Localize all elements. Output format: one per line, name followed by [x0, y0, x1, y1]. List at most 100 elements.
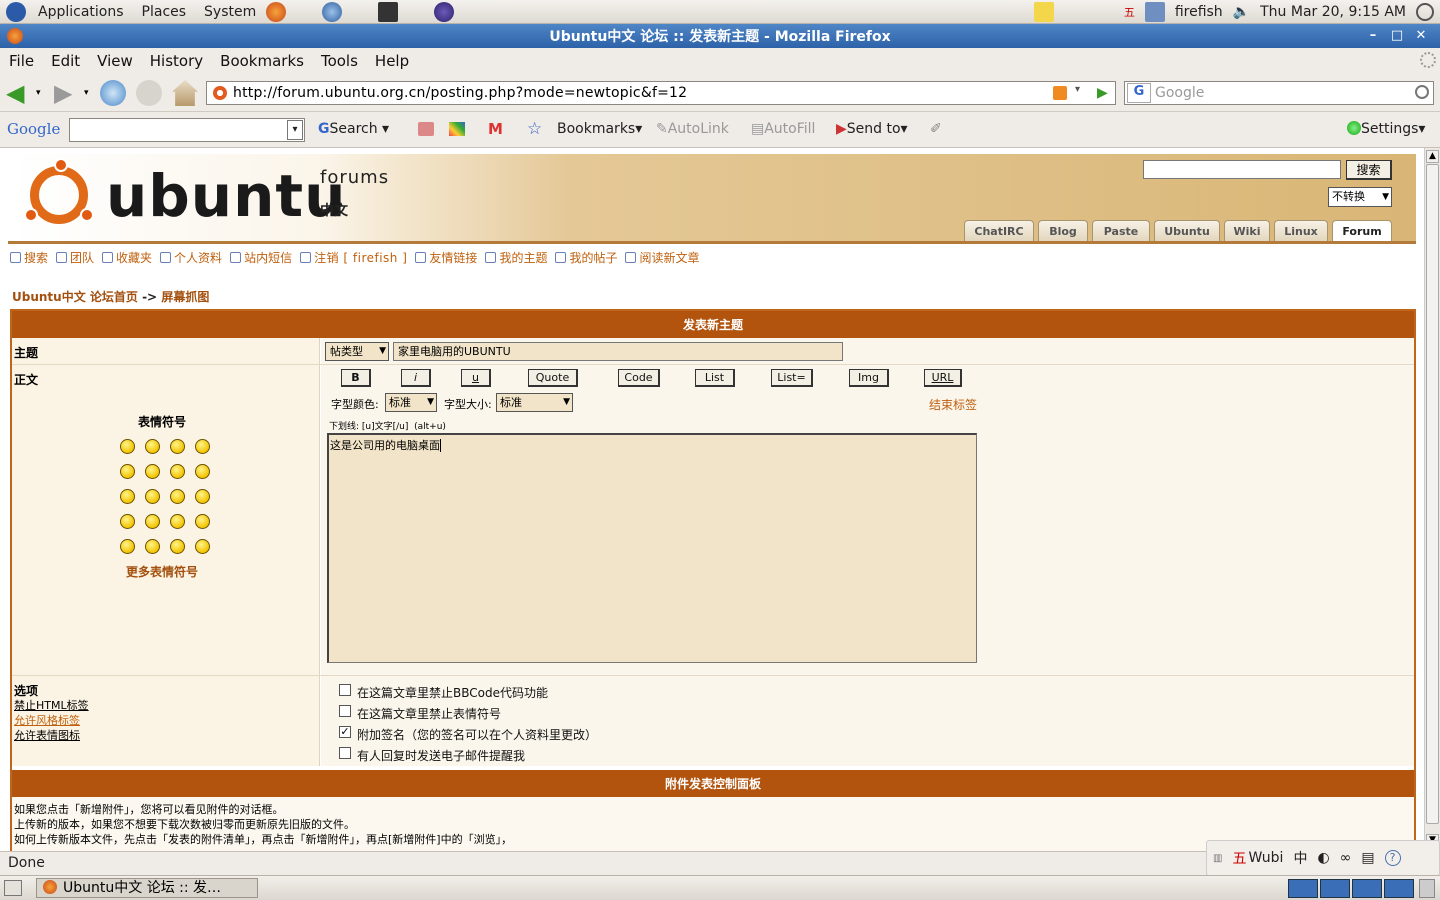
smiley-icon[interactable] [145, 439, 160, 454]
workspace-3[interactable] [1352, 879, 1382, 898]
taskbar-firefox-window[interactable]: Ubuntu中文 论坛 :: 发… [36, 878, 258, 898]
url-dropdown-icon[interactable]: ▾ [1075, 84, 1080, 95]
scroll-thumb[interactable] [1426, 164, 1439, 824]
search-placeholder[interactable]: Google [1155, 85, 1204, 101]
thunderbird-launcher-icon[interactable] [322, 1, 343, 22]
idea-icon[interactable] [170, 539, 185, 554]
tab-forum[interactable]: Forum [1332, 220, 1392, 241]
settings-menu[interactable]: Settings▾ [1347, 121, 1425, 137]
smiley-icon[interactable] [120, 464, 135, 479]
notes-applet-icon[interactable] [1033, 1, 1054, 22]
google-search-button[interactable]: GSearch ▾ [318, 121, 389, 137]
go-button[interactable]: ▶ [1097, 85, 1108, 101]
disable-smilies-checkbox[interactable] [339, 705, 351, 717]
places-menu[interactable]: Places [142, 4, 187, 20]
gmail-icon[interactable]: M [488, 120, 503, 138]
fedora-logo-icon[interactable] [6, 1, 26, 22]
question-icon[interactable] [145, 539, 160, 554]
google-query-dropdown-icon[interactable]: ▾ [287, 120, 303, 140]
stop-button[interactable] [136, 80, 162, 106]
forward-history-dropdown-icon[interactable]: ▾ [84, 80, 94, 106]
workspace-1[interactable] [1288, 879, 1318, 898]
menu-edit[interactable]: Edit [51, 52, 80, 70]
exclamation-icon[interactable] [120, 539, 135, 554]
smiley-icon[interactable] [145, 489, 160, 504]
google-toolbar-logo[interactable]: Google [7, 120, 60, 138]
header-search-button[interactable]: 搜索 [1346, 160, 1392, 180]
smiley-icon[interactable] [195, 439, 210, 454]
more-emoticons-link[interactable]: 更多表情符号 [126, 563, 198, 580]
navlink-my-topics[interactable]: 我的主题 [485, 249, 547, 266]
scroll-up-icon[interactable]: ▲ [1426, 150, 1439, 163]
power-icon[interactable] [1416, 2, 1434, 21]
google-query-input[interactable] [69, 118, 305, 142]
notify-reply-checkbox[interactable] [339, 747, 351, 759]
reload-button[interactable] [100, 80, 126, 106]
font-size-select[interactable]: 标准 ▼ [496, 393, 573, 412]
tab-ubuntu[interactable]: Ubuntu [1154, 220, 1220, 241]
close-window-button[interactable]: ✕ [1412, 27, 1430, 45]
half-width-icon[interactable]: ◐ [1317, 850, 1329, 866]
bookmarks-menu[interactable]: Bookmarks▾ [557, 121, 642, 137]
smiley-icon[interactable] [145, 514, 160, 529]
message-text[interactable]: 这是公司用的电脑桌面 [330, 439, 441, 452]
back-history-dropdown-icon[interactable]: ▾ [36, 80, 46, 106]
bold-button[interactable]: B [341, 369, 371, 387]
navlink-search[interactable]: 搜索 [10, 249, 48, 266]
navlink-my-posts[interactable]: 我的帖子 [555, 249, 617, 266]
convert-select[interactable]: 不转换 ▼ [1328, 187, 1392, 207]
maximize-button[interactable]: □ [1388, 27, 1406, 45]
smiley-icon[interactable] [170, 489, 185, 504]
attach-signature-checkbox[interactable]: ✓ [339, 726, 351, 738]
close-tags-link[interactable]: 结束标签 [929, 396, 977, 413]
wrench-icon[interactable]: ✐ [930, 121, 942, 137]
smiley-icon[interactable] [120, 489, 135, 504]
autolink-button[interactable]: ✎AutoLink [656, 121, 729, 137]
menu-history[interactable]: History [150, 52, 203, 70]
smiley-icon[interactable] [120, 514, 135, 529]
search-bar[interactable]: G Google [1124, 81, 1434, 105]
navlink-logout[interactable]: 注销 [ firefish ] [300, 249, 407, 266]
url-bar[interactable]: http://forum.ubuntu.org.cn/posting.php?m… [206, 81, 1116, 105]
input-method-icon[interactable]: 五 [1124, 4, 1135, 20]
url-text[interactable]: http://forum.ubuntu.org.cn/posting.php?m… [233, 85, 687, 101]
list-button[interactable]: List [695, 369, 735, 387]
menu-bookmarks[interactable]: Bookmarks [220, 52, 304, 70]
smiley-icon[interactable] [170, 514, 185, 529]
tab-wiki[interactable]: Wiki [1224, 220, 1270, 241]
menu-view[interactable]: View [97, 52, 133, 70]
smilies-allowed-info[interactable]: 允许表情图标 [14, 727, 80, 743]
page-scrollbar[interactable]: ▲ ▼ [1424, 148, 1440, 851]
url-button[interactable]: URL [924, 369, 962, 387]
smiley-icon[interactable] [145, 464, 160, 479]
show-desktop-icon[interactable] [4, 880, 22, 896]
news-icon[interactable] [418, 122, 434, 136]
back-button[interactable]: ◀ [6, 80, 32, 106]
star-icon[interactable]: ☆ [527, 119, 542, 139]
smiley-icon[interactable] [195, 514, 210, 529]
smiley-icon[interactable] [170, 439, 185, 454]
image-button[interactable]: Img [849, 369, 889, 387]
navlink-favorites[interactable]: 收藏夹 [102, 249, 152, 266]
autofill-button[interactable]: ▤AutoFill [751, 121, 815, 137]
html-disabled-info[interactable]: 禁止HTML标签 [14, 697, 89, 713]
ime-handle-icon[interactable]: ▥ [1213, 853, 1222, 864]
volume-icon[interactable]: 🔈 [1233, 4, 1250, 20]
punctuation-icon[interactable]: ∞ [1340, 850, 1352, 866]
tab-blog[interactable]: Blog [1038, 220, 1088, 241]
search-engine-icon[interactable]: G [1127, 83, 1151, 103]
clock[interactable]: Thu Mar 20, 9:15 AM [1260, 4, 1406, 20]
applications-menu[interactable]: Applications [38, 4, 124, 20]
underline-button[interactable]: u [461, 369, 491, 387]
tab-paste[interactable]: Paste [1092, 220, 1150, 241]
trash-icon[interactable] [1419, 879, 1435, 898]
rss-feed-icon[interactable] [1053, 86, 1067, 100]
firefox-launcher-icon[interactable] [266, 1, 287, 22]
italic-button[interactable]: i [401, 369, 431, 387]
system-menu[interactable]: System [204, 4, 256, 20]
smiley-icon[interactable] [170, 464, 185, 479]
tab-linux[interactable]: Linux [1274, 220, 1328, 241]
network-icon[interactable] [1144, 1, 1165, 22]
smiley-icon[interactable] [195, 464, 210, 479]
breadcrumb-current[interactable]: 屏幕抓图 [161, 290, 209, 304]
